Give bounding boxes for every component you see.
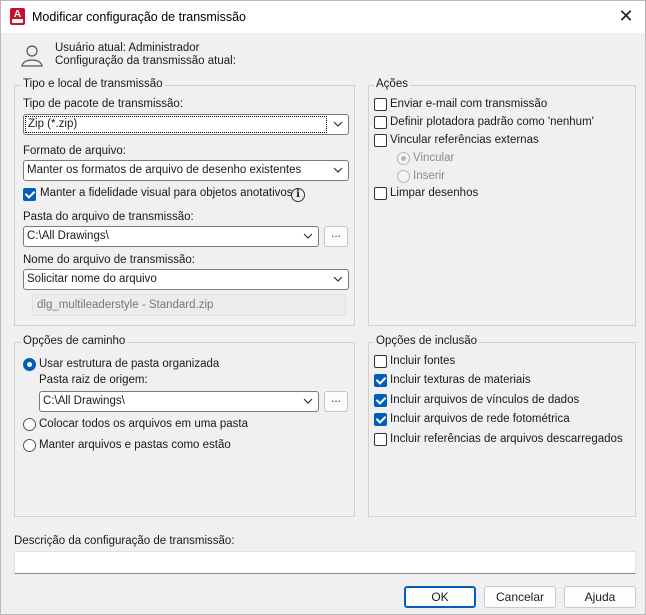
purge-checkbox[interactable] bbox=[374, 187, 387, 200]
source-root-value: C:\All Drawings\ bbox=[43, 395, 125, 407]
user-icon bbox=[21, 45, 43, 67]
organized-radio[interactable] bbox=[23, 358, 36, 371]
filename-preview: dlg_multileaderstyle - Standard.zip bbox=[32, 294, 346, 316]
visual-fidelity-label: Manter a fidelidade visual para objetos … bbox=[40, 187, 293, 199]
source-root-label: Pasta raiz de origem: bbox=[39, 374, 148, 386]
filename-label: Nome do arquivo de transmissão: bbox=[23, 254, 195, 266]
cancel-button[interactable]: Cancelar bbox=[484, 586, 556, 608]
folder-value: C:\All Drawings\ bbox=[27, 230, 109, 242]
include-fonts-checkbox[interactable] bbox=[374, 355, 387, 368]
filename-value: Solicitar nome do arquivo bbox=[27, 273, 157, 285]
include-data-links-checkbox[interactable] bbox=[374, 394, 387, 407]
package-type-value: Zip (*.zip) bbox=[25, 116, 327, 133]
include-textures-checkbox[interactable] bbox=[374, 374, 387, 387]
current-user-label: Usuário atual: Administrador bbox=[55, 42, 200, 54]
include-unloaded-checkbox[interactable] bbox=[374, 433, 387, 446]
include-unloaded-label: Incluir referências de arquivos descarre… bbox=[390, 433, 623, 445]
title-bar: A Modificar configuração de transmissão … bbox=[1, 1, 645, 33]
bind-xrefs-label: Vincular referências externas bbox=[390, 134, 539, 146]
folder-label: Pasta do arquivo de transmissão: bbox=[23, 211, 194, 223]
dialog-window: A Modificar configuração de transmissão … bbox=[0, 0, 646, 615]
current-config-label: Configuração da transmissão atual: bbox=[55, 55, 236, 67]
chevron-down-icon bbox=[333, 121, 343, 127]
package-type-select[interactable]: Zip (*.zip) bbox=[23, 114, 349, 135]
insert-radio[interactable] bbox=[397, 170, 410, 183]
actions-group-title: Ações bbox=[374, 78, 410, 90]
visual-fidelity-checkbox[interactable] bbox=[23, 188, 36, 201]
folder-browse-button[interactable]: ... bbox=[324, 226, 348, 247]
keep-as-is-label: Manter arquivos e pastas como estão bbox=[39, 439, 231, 451]
file-format-value: Manter os formatos de arquivo de desenho… bbox=[27, 164, 302, 176]
source-root-select[interactable]: C:\All Drawings\ bbox=[39, 391, 319, 412]
send-email-label: Enviar e-mail com transmissão bbox=[390, 98, 548, 110]
insert-radio-label: Inserir bbox=[413, 170, 445, 182]
autocad-icon: A bbox=[10, 8, 25, 25]
bind-radio-label: Vincular bbox=[413, 152, 455, 164]
set-plotter-label: Definir plotadora padrão como 'nenhum' bbox=[390, 116, 594, 128]
single-folder-label: Colocar todos os arquivos em uma pasta bbox=[39, 418, 249, 430]
source-root-browse-button[interactable]: ... bbox=[324, 391, 348, 412]
include-options-group-title: Opções de inclusão bbox=[374, 335, 480, 347]
window-title: Modificar configuração de transmissão bbox=[32, 10, 246, 24]
chevron-down-icon bbox=[333, 167, 343, 173]
info-icon[interactable]: i bbox=[291, 188, 305, 202]
chevron-down-icon bbox=[303, 398, 313, 404]
path-options-group-title: Opções de caminho bbox=[21, 335, 128, 347]
folder-select[interactable]: C:\All Drawings\ bbox=[23, 226, 319, 247]
description-input[interactable] bbox=[14, 551, 636, 574]
include-options-group bbox=[368, 342, 636, 517]
single-folder-radio[interactable] bbox=[23, 418, 36, 431]
transmittal-group-title: Tipo e local de transmissão bbox=[21, 78, 165, 90]
include-data-links-label: Incluir arquivos de vínculos de dados bbox=[390, 394, 580, 406]
bind-xrefs-checkbox[interactable] bbox=[374, 134, 387, 147]
organized-label: Usar estrutura de pasta organizada bbox=[39, 358, 220, 370]
filename-select[interactable]: Solicitar nome do arquivo bbox=[23, 269, 349, 290]
chevron-down-icon bbox=[333, 276, 343, 282]
include-fonts-label: Incluir fontes bbox=[390, 355, 456, 367]
purge-label: Limpar desenhos bbox=[390, 187, 479, 199]
send-email-checkbox[interactable] bbox=[374, 98, 387, 111]
chevron-down-icon bbox=[303, 233, 313, 239]
include-photometric-label: Incluir arquivos de rede fotométrica bbox=[390, 413, 570, 425]
description-label: Descrição da configuração de transmissão… bbox=[14, 535, 235, 547]
include-textures-label: Incluir texturas de materiais bbox=[390, 374, 531, 386]
file-format-label: Formato de arquivo: bbox=[23, 145, 126, 157]
file-format-select[interactable]: Manter os formatos de arquivo de desenho… bbox=[23, 160, 349, 181]
bind-radio[interactable] bbox=[397, 152, 410, 165]
ok-button[interactable]: OK bbox=[404, 586, 476, 608]
close-icon[interactable]: ✕ bbox=[617, 7, 635, 25]
help-button[interactable]: Ajuda bbox=[564, 586, 636, 608]
set-plotter-checkbox[interactable] bbox=[374, 116, 387, 129]
package-type-label: Tipo de pacote de transmissão: bbox=[23, 98, 184, 110]
keep-as-is-radio[interactable] bbox=[23, 439, 36, 452]
include-photometric-checkbox[interactable] bbox=[374, 413, 387, 426]
filename-preview-text: dlg_multileaderstyle - Standard.zip bbox=[37, 299, 214, 311]
